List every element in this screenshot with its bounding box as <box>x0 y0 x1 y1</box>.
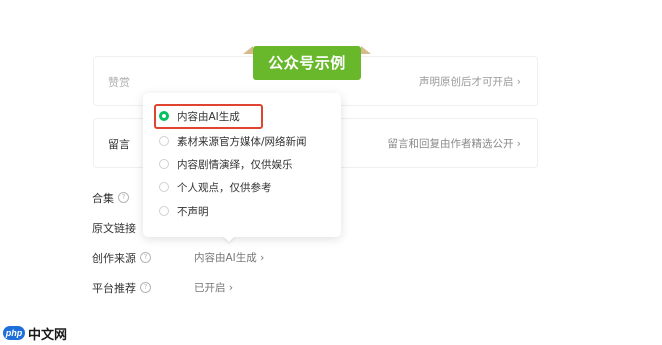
php-logo-icon: php <box>3 326 25 340</box>
radio-icon[interactable] <box>159 182 169 192</box>
collection-label: 合集 <box>92 192 114 205</box>
option-label: 内容剧情演绎，仅供娱乐 <box>177 158 293 171</box>
option-label: 个人观点，仅供参考 <box>177 181 272 194</box>
radio-icon[interactable] <box>159 136 169 146</box>
option-label: 素材来源官方媒体/网络新闻 <box>177 135 307 148</box>
appreciation-label: 赞赏 <box>108 76 130 89</box>
radio-icon[interactable] <box>159 206 169 216</box>
original-link-label: 原文链接 <box>92 222 136 235</box>
help-icon[interactable]: ? <box>140 282 151 293</box>
option-drama[interactable]: 内容剧情演绎，仅供娱乐 <box>159 155 335 173</box>
recommend-value[interactable]: 已开启 › <box>194 280 233 295</box>
watermark-text: 中文网 <box>28 327 68 342</box>
option-no-declaration[interactable]: 不声明 <box>159 202 335 220</box>
option-label: 不声明 <box>177 205 209 218</box>
banner-fold-right <box>361 46 371 54</box>
example-banner: 公众号示例 <box>253 46 361 80</box>
source-value[interactable]: 内容由AI生成 › <box>194 250 264 265</box>
option-official-media[interactable]: 素材来源官方媒体/网络新闻 <box>159 132 335 150</box>
popover-arrow-icon <box>223 236 235 242</box>
comments-status[interactable]: 留言和回复由作者精选公开 › <box>387 136 521 151</box>
comments-label: 留言 <box>108 138 130 151</box>
source-label: 创作来源 <box>92 252 136 265</box>
article-settings-screen: 赞赏 声明原创后才可开启 › 留言 留言和回复由作者精选公开 › 合集 ? 原文… <box>0 0 662 345</box>
help-icon[interactable]: ? <box>118 192 129 203</box>
highlight-box <box>154 104 263 129</box>
radio-icon[interactable] <box>159 159 169 169</box>
recommend-label: 平台推荐 <box>92 282 136 295</box>
help-icon[interactable]: ? <box>140 252 151 263</box>
banner-fold-left <box>243 46 253 54</box>
option-personal-opinion[interactable]: 个人观点，仅供参考 <box>159 178 335 196</box>
appreciation-status[interactable]: 声明原创后才可开启 › <box>419 74 521 89</box>
